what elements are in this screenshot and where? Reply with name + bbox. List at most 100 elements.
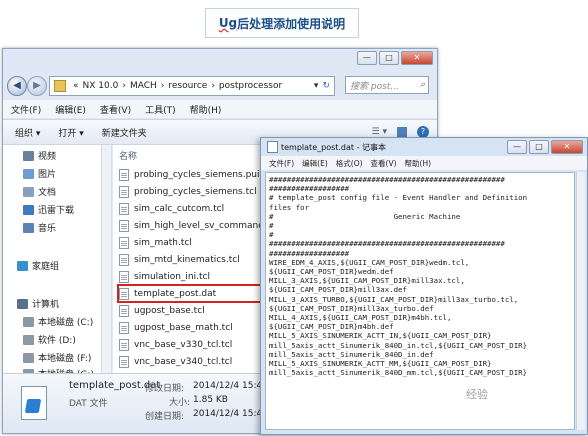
- text-line: files for: [269, 202, 310, 212]
- nav-item-label: 家庭组: [32, 262, 60, 272]
- search-input[interactable]: 搜索 post... ⌕: [345, 76, 429, 94]
- file-icon: [119, 185, 129, 198]
- menu-item[interactable]: 帮助(H): [190, 103, 222, 116]
- nav-item-label: 计算机: [32, 300, 60, 310]
- text-line: ##################: [269, 184, 350, 194]
- text-line: ########################################…: [269, 239, 505, 249]
- file-name: sim_calc_cutcom.tcl: [134, 203, 225, 214]
- text-line: MILL_5_AXIS_SINUMERIK_ACTT_IN,${UGII_CAM…: [269, 331, 492, 341]
- nav-item[interactable]: 本地磁盘 (F:): [23, 351, 91, 364]
- menu-bar: 文件(F) 编辑(E) 查看(V) 工具(T) 帮助(H): [3, 100, 437, 118]
- text-line: #: [269, 221, 274, 231]
- breadcrumb-separator: ›: [122, 81, 126, 91]
- nav-item-icon: [23, 352, 34, 363]
- notepad-menu-item[interactable]: 格式(O): [336, 158, 363, 169]
- created-value: 2014/12/4 15:41: [193, 409, 268, 419]
- text-line: #: [269, 230, 274, 240]
- nav-item[interactable]: 迅雷下载: [23, 203, 74, 216]
- navigation-row: ◀ ▶ «NX 10.0 › MACH › resource › postprocessor…: [3, 75, 437, 97]
- notepad-menu-item[interactable]: 编辑(E): [302, 158, 328, 169]
- notepad-text-area[interactable]: ########################################…: [265, 172, 575, 430]
- breadcrumb-segment[interactable]: MACH: [130, 81, 157, 91]
- file-icon: [119, 287, 129, 300]
- breadcrumb-separator: ›: [211, 81, 215, 91]
- banner-title: 后处理添加使用说明: [237, 16, 346, 31]
- nav-item-label: 音乐: [38, 224, 57, 234]
- menu-item[interactable]: 编辑(E): [55, 103, 86, 116]
- file-icon: [119, 236, 129, 249]
- modified-label: 修改日期:: [145, 384, 185, 394]
- new-folder-button[interactable]: 新建文件夹: [102, 126, 147, 139]
- menu-item[interactable]: 查看(V): [100, 103, 131, 116]
- breadcrumb-separator: «: [73, 81, 79, 91]
- nav-item-icon: [23, 316, 34, 327]
- nav-item-icon: [23, 150, 34, 161]
- back-button[interactable]: ◀: [7, 76, 27, 96]
- forward-button[interactable]: ▶: [27, 76, 47, 96]
- column-header-name[interactable]: 名称: [119, 149, 137, 162]
- organize-button[interactable]: 组织 ▾: [15, 126, 40, 139]
- nav-item-label: 软件 (D:): [38, 336, 76, 346]
- file-icon: [119, 338, 129, 351]
- nav-item-icon: [23, 204, 34, 215]
- window-controls: — □ ✕: [357, 51, 433, 65]
- nav-item-label: 视频: [38, 152, 57, 162]
- folder-icon: [54, 80, 66, 92]
- nav-item[interactable]: 视频: [23, 149, 56, 162]
- file-name: simulation_ini.tcl: [134, 271, 210, 282]
- breadcrumb-segment[interactable]: NX 10.0: [83, 81, 119, 91]
- menu-item[interactable]: 文件(F): [11, 103, 41, 116]
- nav-item-label: 图片: [38, 170, 57, 180]
- size-value: 1.85 KB: [193, 395, 228, 405]
- nav-item[interactable]: 软件 (D:): [23, 333, 76, 346]
- file-name: ugpost_base.tcl: [134, 305, 205, 316]
- details-file-type: DAT 文件: [69, 399, 108, 409]
- nav-item[interactable]: 本地磁盘 (C:): [23, 315, 93, 328]
- notepad-scrollbar[interactable]: [576, 172, 585, 430]
- view-options-icon[interactable]: ☰ ▾: [372, 127, 387, 137]
- size-label: 大小:: [169, 398, 191, 408]
- notepad-window-controls: — □ ✕: [507, 140, 583, 154]
- notepad-maximize-button[interactable]: □: [529, 140, 549, 154]
- nav-item-label: 文档: [38, 188, 57, 198]
- nav-item[interactable]: 文档: [23, 185, 56, 198]
- notepad-minimize-button[interactable]: —: [507, 140, 527, 154]
- text-line: ########################################…: [269, 175, 505, 184]
- file-name: ugpost_base_math.tcl: [134, 322, 233, 333]
- close-button[interactable]: ✕: [401, 51, 433, 65]
- notepad-menu-item[interactable]: 帮助(H): [405, 158, 432, 169]
- file-icon: [119, 253, 129, 266]
- breadcrumb-separator: ›: [160, 81, 165, 91]
- nav-item[interactable]: 音乐: [23, 221, 56, 234]
- created-label: 创建日期:: [145, 412, 185, 422]
- breadcrumb-segment[interactable]: resource: [168, 81, 207, 91]
- minimize-button[interactable]: —: [357, 51, 377, 65]
- text-line: WIRE_EDM_4_AXIS,${UGII_CAM_POST_DIR}wedm…: [269, 257, 470, 267]
- text-line: # Generic Machine: [269, 211, 461, 221]
- nav-item[interactable]: 家庭组: [17, 259, 59, 272]
- file-icon: [119, 355, 129, 368]
- menu-item[interactable]: 工具(T): [145, 103, 176, 116]
- open-button[interactable]: 打开 ▾: [58, 126, 83, 139]
- nav-item[interactable]: 计算机: [17, 297, 59, 310]
- text-line: ${UGII_CAM_POST_DIR}mill3ax_turbo.def: [269, 303, 434, 313]
- nav-item-icon: [23, 168, 34, 179]
- preview-pane-icon[interactable]: [397, 127, 407, 137]
- file-name: template_post.dat: [134, 288, 217, 299]
- notepad-menu-item[interactable]: 查看(V): [371, 158, 397, 169]
- file-icon: [119, 270, 129, 283]
- navigation-scrollbar[interactable]: [101, 145, 111, 373]
- text-line: # template_post config file - Event Hand…: [269, 193, 528, 203]
- notepad-menu-item[interactable]: 文件(F): [269, 158, 294, 169]
- maximize-button[interactable]: □: [379, 51, 399, 65]
- address-dropdown-icon[interactable]: ▾: [314, 81, 319, 91]
- address-bar[interactable]: «NX 10.0 › MACH › resource › postprocessor ▾ ↻: [49, 76, 335, 96]
- breadcrumb-segment[interactable]: postprocessor: [219, 81, 282, 91]
- text-line: MILL_4_AXIS,${UGII_CAM_POST_DIR}m4bh.tcl…: [269, 313, 452, 323]
- banner-ug: Ug: [218, 16, 238, 30]
- notepad-close-button[interactable]: ✕: [551, 140, 583, 154]
- refresh-icon[interactable]: ↻: [322, 81, 330, 91]
- nav-item[interactable]: 图片: [23, 167, 56, 180]
- nav-item-icon: [17, 298, 28, 309]
- file-icon: [119, 321, 129, 334]
